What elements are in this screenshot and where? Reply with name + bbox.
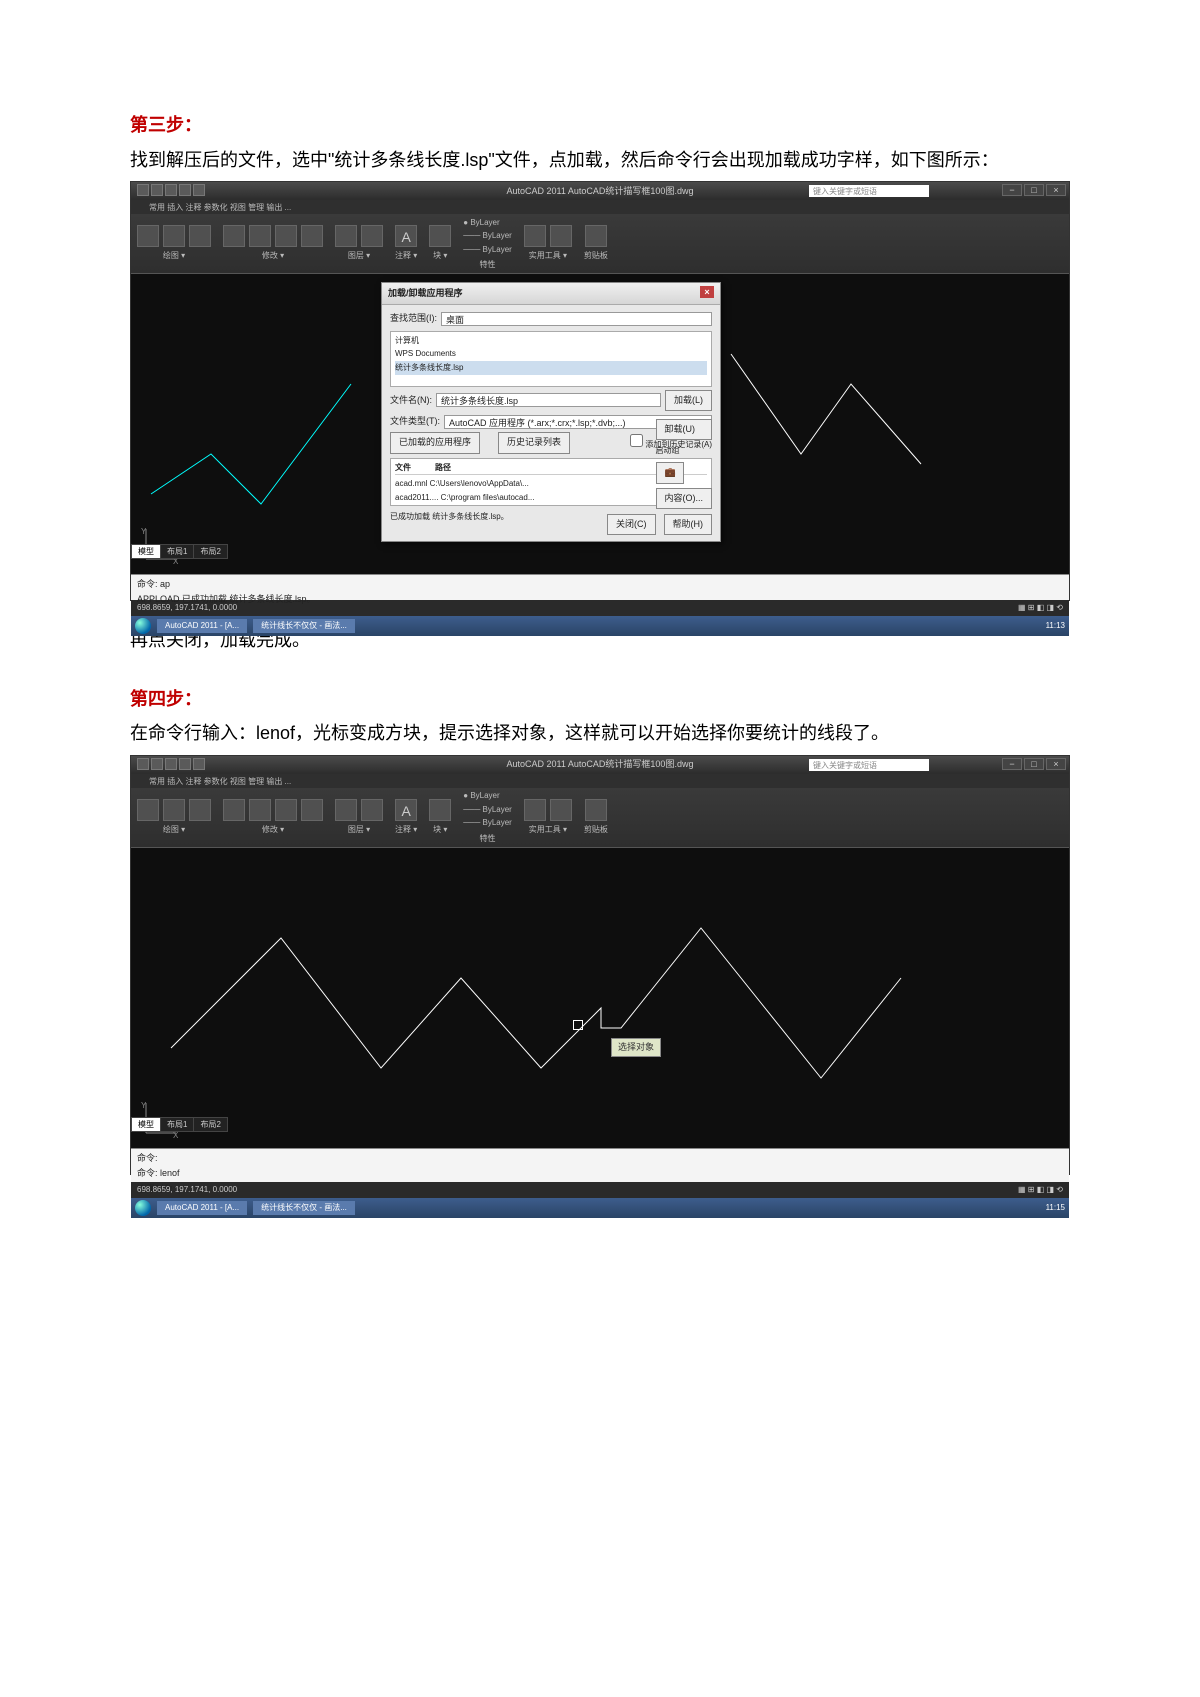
- ribbon-clipboard[interactable]: 剪贴板: [584, 225, 608, 263]
- history-tab[interactable]: 历史记录列表: [498, 432, 570, 453]
- qa-redo-icon[interactable]: [193, 184, 205, 196]
- minimize-button[interactable]: −: [1002, 758, 1022, 770]
- coords: 698.8659, 197.1741, 0.0000: [137, 601, 237, 615]
- startup-label: 启动组: [656, 444, 713, 458]
- ribbon-modify[interactable]: 修改 ▾: [223, 799, 323, 837]
- ribbon: 绘图 ▾ 修改 ▾ 图层 ▾ A 注释 ▾ 块 ▾ ● ByLayer ─── …: [131, 214, 1069, 274]
- model-tabs[interactable]: 模型布局1布局2: [131, 1118, 227, 1132]
- ribbon-utils[interactable]: 实用工具 ▾: [524, 799, 572, 837]
- maximize-button[interactable]: □: [1024, 184, 1044, 196]
- maximize-button[interactable]: □: [1024, 758, 1044, 770]
- svg-text:Y: Y: [141, 1101, 147, 1110]
- start-button-icon[interactable]: [135, 1200, 151, 1216]
- close-button[interactable]: ×: [1046, 758, 1066, 770]
- contents-button[interactable]: 内容(O)...: [656, 488, 713, 509]
- app-title: AutoCAD 2011 AutoCAD统计描写框100图.dwg: [507, 184, 694, 199]
- screenshot-step4: AutoCAD 2011 AutoCAD统计描写框100图.dwg 键入关键字或…: [130, 755, 1070, 1175]
- command-line[interactable]: 命令: ap APPLOAD 已成功加载 统计多条线长度.lsp。: [131, 574, 1069, 600]
- qa-open-icon[interactable]: [151, 758, 163, 770]
- ribbon-properties[interactable]: ● ByLayer ─── ByLayer ─── ByLayer 特性: [463, 789, 512, 845]
- load-button[interactable]: 加载(L): [665, 390, 712, 411]
- windows-taskbar[interactable]: AutoCAD 2011 - [A... 统计线长不仅仅 - 画法... 11:…: [131, 1198, 1069, 1218]
- close-dialog-button[interactable]: 关闭(C): [607, 514, 656, 535]
- app-title: AutoCAD 2011 AutoCAD统计描写框100图.dwg: [507, 757, 694, 772]
- taskbar-item[interactable]: AutoCAD 2011 - [A...: [157, 619, 247, 633]
- cmd-line-2: 命令: lenof: [137, 1166, 1063, 1181]
- titlebar: AutoCAD 2011 AutoCAD统计描写框100图.dwg 键入关键字或…: [131, 756, 1069, 774]
- ribbon-draw[interactable]: 绘图 ▾: [137, 799, 211, 837]
- ribbon-modify[interactable]: 修改 ▾: [223, 225, 323, 263]
- list-item[interactable]: WPS Documents: [395, 347, 707, 361]
- add-history-checkbox[interactable]: [630, 434, 643, 447]
- appload-dialog: 加载/卸载应用程序 × 查找范围(I): 桌面 计算机 WPS Document…: [381, 282, 721, 542]
- look-in-dropdown[interactable]: 桌面: [441, 312, 712, 326]
- quick-access-toolbar[interactable]: [137, 184, 205, 196]
- look-in-label: 查找范围(I):: [390, 311, 437, 326]
- step3-heading: 第三步：: [130, 110, 1070, 141]
- qa-save-icon[interactable]: [165, 184, 177, 196]
- dialog-title: 加载/卸载应用程序: [388, 286, 463, 301]
- ribbon-draw[interactable]: 绘图 ▾: [137, 225, 211, 263]
- taskbar-item[interactable]: 统计线长不仅仅 - 画法...: [253, 1201, 355, 1215]
- start-button-icon[interactable]: [135, 618, 151, 634]
- ribbon: 绘图 ▾ 修改 ▾ 图层 ▾ A 注释 ▾ 块 ▾ ● ByLayer ─── …: [131, 788, 1069, 848]
- ribbon-block[interactable]: 块 ▾: [429, 225, 451, 263]
- ribbon-properties[interactable]: ● ByLayer ─── ByLayer ─── ByLayer 特性: [463, 216, 512, 272]
- ribbon-layers[interactable]: 图层 ▾: [335, 799, 383, 837]
- unload-button[interactable]: 卸载(U): [656, 419, 713, 440]
- taskbar-item[interactable]: 统计线长不仅仅 - 画法...: [253, 619, 355, 633]
- menu-tabs[interactable]: 常用 插入 注释 参数化 视图 管理 输出 ...: [131, 200, 1069, 214]
- drawing-canvas[interactable]: XY 加载/卸载应用程序 × 查找范围(I): 桌面 计算机 WPS Docum…: [131, 274, 1069, 574]
- ribbon-annotate[interactable]: A 注释 ▾: [395, 225, 417, 263]
- qa-redo-icon[interactable]: [193, 758, 205, 770]
- cmd-line-1: 命令:: [137, 1151, 1063, 1166]
- file-browser[interactable]: 计算机 WPS Documents 统计多条线长度.lsp: [390, 331, 712, 387]
- filename-label: 文件名(N):: [390, 393, 432, 408]
- quick-access-toolbar[interactable]: [137, 758, 205, 770]
- search-box[interactable]: 键入关键字或短语: [809, 759, 929, 771]
- step4-heading: 第四步：: [130, 684, 1070, 715]
- filetype-label: 文件类型(T):: [390, 414, 440, 429]
- coords: 698.8659, 197.1741, 0.0000: [137, 1183, 237, 1197]
- cmd-line-1: 命令: ap: [137, 577, 1063, 592]
- step4-text: 在命令行输入：lenof，光标变成方块，提示选择对象，这样就可以开始选择你要统计…: [130, 718, 1070, 749]
- ribbon-block[interactable]: 块 ▾: [429, 799, 451, 837]
- list-item[interactable]: 计算机: [395, 334, 707, 348]
- clock: 11:15: [1046, 1201, 1065, 1215]
- windows-taskbar[interactable]: AutoCAD 2011 - [A... 统计线长不仅仅 - 画法... 11:…: [131, 616, 1069, 636]
- svg-text:X: X: [173, 1131, 179, 1138]
- loaded-apps-tab[interactable]: 已加载的应用程序: [390, 432, 480, 453]
- filename-input[interactable]: 统计多条线长度.lsp: [436, 393, 661, 407]
- drawing-canvas[interactable]: 选择对象 X Y: [131, 848, 1069, 1148]
- qa-new-icon[interactable]: [137, 758, 149, 770]
- qa-undo-icon[interactable]: [179, 758, 191, 770]
- dialog-close-icon[interactable]: ×: [700, 286, 714, 298]
- clock: 11:13: [1046, 619, 1065, 633]
- qa-undo-icon[interactable]: [179, 184, 191, 196]
- ribbon-clipboard[interactable]: 剪贴板: [584, 799, 608, 837]
- ribbon-annotate[interactable]: A 注释 ▾: [395, 799, 417, 837]
- qa-save-icon[interactable]: [165, 758, 177, 770]
- qa-new-icon[interactable]: [137, 184, 149, 196]
- pick-cursor-icon: [573, 1020, 583, 1030]
- command-line[interactable]: 命令: 命令: lenof 选择对象: |: [131, 1148, 1069, 1182]
- minimize-button[interactable]: −: [1002, 184, 1022, 196]
- screenshot-step3: AutoCAD 2011 AutoCAD统计描写框100图.dwg 键入关键字或…: [130, 181, 1070, 601]
- list-item[interactable]: 统计多条线长度.lsp: [395, 361, 707, 375]
- select-tooltip: 选择对象: [611, 1038, 661, 1057]
- ribbon-layers[interactable]: 图层 ▾: [335, 225, 383, 263]
- model-tabs[interactable]: 模型布局1布局2: [131, 545, 227, 559]
- menu-tabs[interactable]: 常用 插入 注释 参数化 视图 管理 输出 ...: [131, 774, 1069, 788]
- svg-text:Y: Y: [141, 527, 147, 536]
- step3-text: 找到解压后的文件，选中"统计多条线长度.lsp"文件，点加载，然后命令行会出现加…: [130, 145, 1070, 176]
- ribbon-utils[interactable]: 实用工具 ▾: [524, 225, 572, 263]
- search-box[interactable]: 键入关键字或短语: [809, 185, 929, 197]
- help-button[interactable]: 帮助(H): [664, 514, 713, 535]
- close-button[interactable]: ×: [1046, 184, 1066, 196]
- taskbar-item[interactable]: AutoCAD 2011 - [A...: [157, 1201, 247, 1215]
- titlebar: AutoCAD 2011 AutoCAD统计描写框100图.dwg 键入关键字或…: [131, 182, 1069, 200]
- status-bar: 698.8659, 197.1741, 0.0000 ▦ ⊞ ◧ ◨ ⟲: [131, 1182, 1069, 1198]
- qa-open-icon[interactable]: [151, 184, 163, 196]
